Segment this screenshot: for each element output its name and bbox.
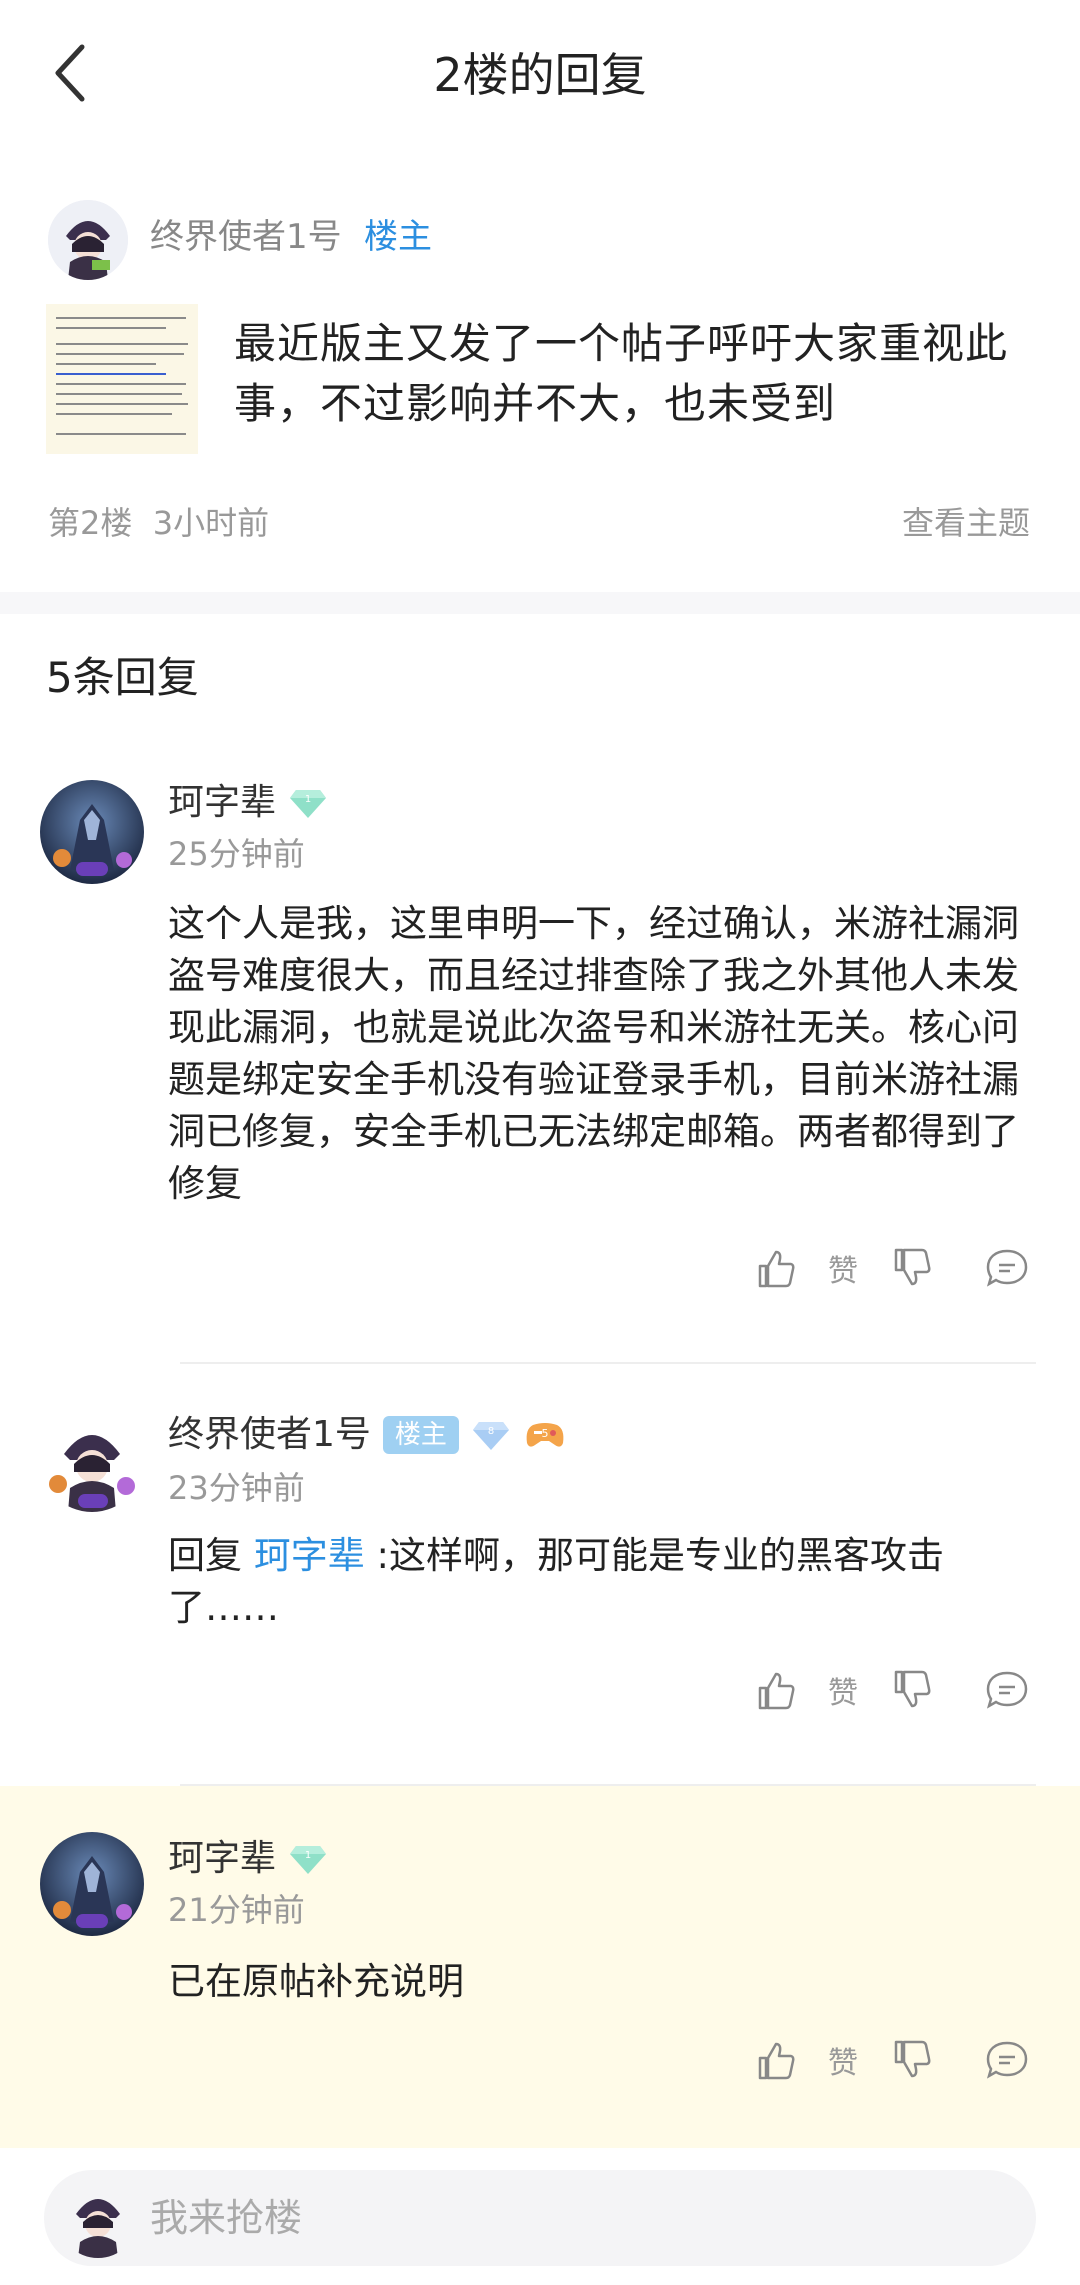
thumbs-up-icon <box>758 1672 795 1710</box>
floor-number: 第2楼 <box>48 504 133 542</box>
comment-bubble-icon <box>986 2041 1028 2079</box>
reply-avatar[interactable] <box>40 780 144 884</box>
reply-input[interactable]: 我来抢楼 <box>44 2170 1036 2266</box>
original-post[interactable]: 终界使者1号 楼主 最近版主又发了一个帖子呼吁大家重视此事，不过影响并不大，也未… <box>0 160 1080 590</box>
comment-button[interactable] <box>984 2030 1030 2090</box>
op-avatar[interactable] <box>48 200 128 280</box>
op-content-preview[interactable]: 最近版主又发了一个帖子呼吁大家重视此事，不过影响并不大，也未受到 <box>234 314 1034 434</box>
reply-content[interactable]: 回复 珂字辈 :这样啊，那可能是专业的黑客攻击了…… <box>168 1530 1028 1634</box>
reply-actions: 赞 <box>0 1660 1080 1720</box>
section-divider <box>0 592 1080 614</box>
page-title: 2楼的回复 <box>433 48 647 102</box>
svg-text:1: 1 <box>305 794 311 805</box>
thumbs-down-icon <box>894 1670 931 1708</box>
reply-author-name[interactable]: 珂字辈 <box>168 778 276 828</box>
like-button[interactable] <box>754 1660 798 1720</box>
level-gem-icon: 1 <box>290 790 327 818</box>
op-image-thumbnail[interactable] <box>46 304 198 454</box>
reply-time: 23分钟前 <box>168 1469 305 1507</box>
thumbs-down-icon <box>894 1248 931 1286</box>
level-gem-icon: 8 <box>472 1422 509 1450</box>
reply-item: 珂字辈 1 21分钟前 已在原帖补充说明 赞 <box>0 1828 1080 2128</box>
like-label[interactable]: 赞 <box>828 2030 858 2090</box>
comment-bubble-icon <box>986 1249 1028 1287</box>
comment-button[interactable] <box>984 1660 1030 1720</box>
comment-button[interactable] <box>984 1238 1030 1298</box>
op-time: 3小时前 <box>152 504 270 542</box>
game-controller-icon: 5 <box>526 1423 564 1447</box>
reply-header: 珂字辈 1 <box>168 1834 328 1884</box>
op-author-name[interactable]: 终界使者1号 <box>150 212 342 262</box>
op-host-tag: 楼主 <box>364 217 432 257</box>
reply-item: 终界使者1号 楼主 8 5 23分钟前 回复 珂字辈 :这样啊，那可能是专业的黑… <box>0 1400 1080 1750</box>
top-bar: 2楼的回复 <box>0 0 1080 150</box>
thumbs-up-icon <box>758 2042 795 2080</box>
dislike-button[interactable] <box>890 2030 934 2090</box>
reply-header: 终界使者1号 楼主 8 5 <box>168 1410 567 1460</box>
dislike-button[interactable] <box>890 1660 934 1720</box>
reply-separator <box>180 1784 1036 1786</box>
thumbs-up-icon <box>758 1250 795 1288</box>
svg-text:1: 1 <box>305 1850 311 1861</box>
like-label[interactable]: 赞 <box>828 1238 858 1298</box>
view-topic-link[interactable]: 查看主题 <box>902 498 1030 548</box>
reply-header: 珂字辈 1 <box>168 778 328 828</box>
op-meta: 第2楼 3小时前 <box>48 498 269 548</box>
host-badge: 楼主 <box>382 1416 459 1454</box>
like-label[interactable]: 赞 <box>828 1660 858 1720</box>
reply-actions: 赞 <box>0 1238 1080 1298</box>
comment-bubble-icon <box>986 1671 1028 1709</box>
reply-avatar[interactable] <box>40 1408 144 1512</box>
reply-separator <box>180 1362 1036 1364</box>
like-button[interactable] <box>754 1238 798 1298</box>
level-gem-icon: 1 <box>290 1846 327 1874</box>
reply-count-heading: 5条回复 <box>46 653 199 702</box>
svg-text:5: 5 <box>541 1427 548 1440</box>
thumbs-down-icon <box>894 2040 931 2078</box>
like-button[interactable] <box>754 2030 798 2090</box>
reply-avatar[interactable] <box>40 1832 144 1936</box>
reply-actions: 赞 <box>0 2030 1080 2090</box>
reply-author-name[interactable]: 珂字辈 <box>168 1834 276 1884</box>
reply-time: 25分钟前 <box>168 835 305 873</box>
dislike-button[interactable] <box>890 1238 934 1298</box>
reply-author-name[interactable]: 终界使者1号 <box>168 1410 371 1460</box>
reply-prefix: 回复 <box>168 1534 254 1577</box>
bottom-input-bar: 我来抢楼 <box>0 2148 1080 2285</box>
reply-input-placeholder: 我来抢楼 <box>150 2196 303 2240</box>
mention-link[interactable]: 珂字辈 <box>254 1534 365 1577</box>
svg-text:8: 8 <box>488 1426 494 1437</box>
reply-content[interactable]: 已在原帖补充说明 <box>168 1956 1028 2008</box>
reply-item: 珂字辈 1 25分钟前 这个人是我，这里申明一下，经过确认，米游社漏洞盗号难度很… <box>0 770 1080 1330</box>
reply-time: 21分钟前 <box>168 1891 305 1929</box>
current-user-avatar <box>58 2178 138 2258</box>
reply-content[interactable]: 这个人是我，这里申明一下，经过确认，米游社漏洞盗号难度很大，而且经过排查除了我之… <box>168 898 1028 1210</box>
